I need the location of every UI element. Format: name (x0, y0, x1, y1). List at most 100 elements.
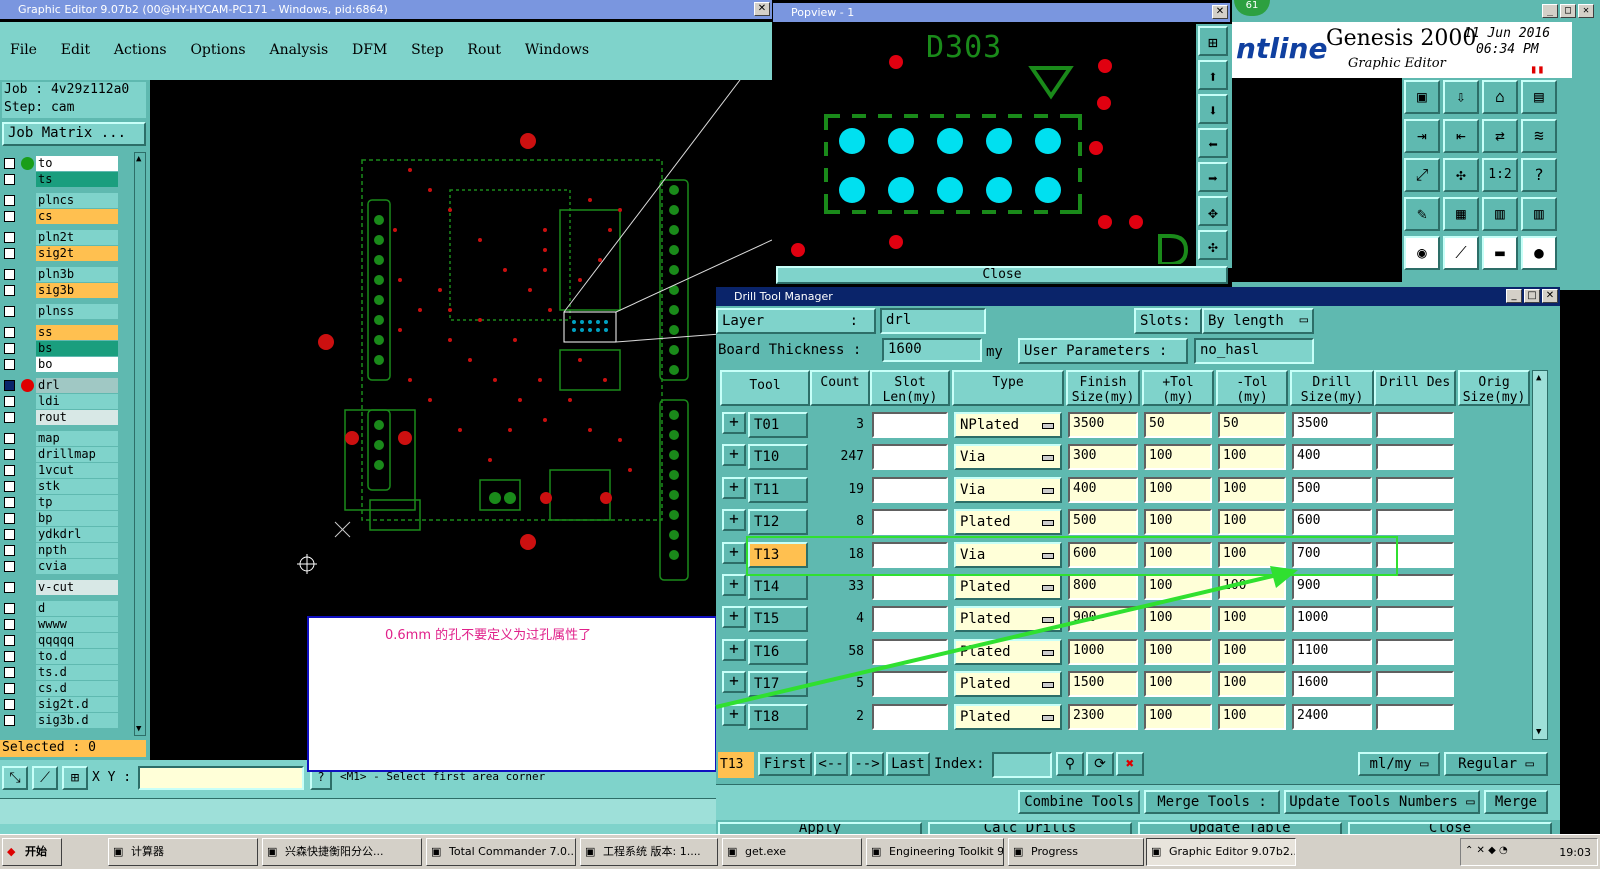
layer-row-cs[interactable]: cs (2, 209, 118, 224)
type-select[interactable]: Plated (954, 574, 1062, 600)
drill-minimize-button[interactable]: _ (1506, 289, 1522, 303)
expand-row-button[interactable]: + (722, 476, 746, 499)
tool-name-cell[interactable]: T12 (748, 509, 808, 536)
scale-icon[interactable]: 1:2 (1482, 158, 1518, 192)
edit-icon[interactable]: ✎ (1404, 197, 1440, 231)
tool-name-cell[interactable]: T17 (748, 671, 808, 698)
header-slot-len-my[interactable]: Slot Len(my) (870, 370, 950, 406)
header-tool[interactable]: Tool (720, 370, 810, 406)
unit-select[interactable]: ml/my ▭ (1358, 752, 1440, 776)
minus-tol-input[interactable]: 100 (1218, 703, 1286, 730)
layer-name[interactable]: cvia (36, 559, 118, 574)
expand-row-button[interactable]: + (722, 574, 746, 596)
type-select[interactable]: Plated (954, 671, 1062, 698)
popview-pan-up-icon[interactable]: ⬆ (1198, 60, 1228, 90)
layer-name[interactable]: pln2t (36, 230, 118, 245)
search-icon[interactable]: ⚲ (1056, 752, 1084, 776)
popview-pan-right-icon[interactable]: ➡ (1198, 162, 1228, 192)
taskbar-item[interactable]: ▣ Progress (1008, 838, 1144, 866)
layer-checkbox[interactable] (4, 158, 15, 169)
window-icon[interactable]: ▤ (1521, 80, 1557, 114)
type-select[interactable]: Plated (954, 638, 1062, 665)
taskbar-item[interactable]: ▣ get.exe (722, 838, 862, 866)
record-icon[interactable]: ● (1521, 236, 1557, 270)
layer-name[interactable]: 1vcut (36, 463, 118, 478)
minus-tol-input[interactable]: 100 (1218, 541, 1286, 568)
plus-tol-input[interactable]: 100 (1144, 606, 1212, 633)
finish-size-input[interactable]: 400 (1068, 476, 1138, 503)
layer-row-drillmap[interactable]: drillmap (2, 447, 118, 462)
layer-checkbox[interactable] (4, 327, 15, 338)
layer-row-to[interactable]: to (2, 156, 118, 171)
layer-checkbox[interactable] (4, 269, 15, 280)
zoom-tool-icon[interactable]: ⤡ (2, 766, 28, 790)
layer-row-ts[interactable]: ts (2, 172, 118, 187)
layer-checkbox[interactable] (4, 465, 15, 476)
layer-scrollbar[interactable]: ▲ ▼ (134, 152, 146, 736)
layer-checkbox[interactable] (4, 529, 15, 540)
layer-checkbox[interactable] (4, 380, 15, 391)
layer-row-ydkdrl[interactable]: ydkdrl (2, 527, 118, 542)
menu-analysis[interactable]: Analysis (269, 42, 328, 58)
type-select[interactable]: Plated (954, 703, 1062, 730)
drill-size-input[interactable]: 600 (1292, 509, 1372, 536)
layers-icon[interactable]: ▥ (1482, 197, 1518, 231)
layer-name[interactable]: v-cut (36, 580, 118, 595)
layer-name[interactable]: sig2t.d (36, 697, 118, 712)
layer-row-cvia[interactable]: cvia (2, 559, 118, 574)
layer-checkbox[interactable] (4, 715, 15, 726)
taskbar-item[interactable]: ▣ Total Commander 7.0... (426, 838, 576, 866)
layer-name[interactable]: to (36, 156, 118, 171)
layer-checkbox[interactable] (4, 232, 15, 243)
layer-name[interactable]: d (36, 601, 118, 616)
export-icon[interactable]: ⇤ (1443, 119, 1479, 153)
plus-tol-input[interactable]: 100 (1144, 541, 1212, 568)
popview-pan-down-icon[interactable]: ⬇ (1198, 94, 1228, 124)
layer-checkbox[interactable] (4, 635, 15, 646)
layer-row-qqqqq[interactable]: qqqqq (2, 633, 118, 648)
popview-canvas[interactable]: D303 (776, 24, 1196, 264)
minus-tol-input[interactable]: 100 (1218, 574, 1286, 600)
header--tol-my[interactable]: +Tol (my) (1142, 370, 1214, 406)
layers2-icon[interactable]: ▥ (1521, 197, 1557, 231)
plus-tol-input[interactable]: 100 (1144, 444, 1212, 471)
type-select[interactable]: Via (954, 541, 1062, 568)
layer-name[interactable]: stk (36, 479, 118, 494)
plus-tol-input[interactable]: 100 (1144, 671, 1212, 698)
slot-len-input[interactable] (872, 444, 948, 471)
header-count[interactable]: Count (810, 370, 870, 406)
drill-size-input[interactable]: 1600 (1292, 671, 1372, 698)
type-select[interactable]: Via (954, 444, 1062, 471)
plus-tol-input[interactable]: 100 (1144, 509, 1212, 536)
layer-row-pln2t[interactable]: pln2t (2, 230, 118, 245)
layer-checkbox[interactable] (4, 174, 15, 185)
layer-row-pln3b[interactable]: pln3b (2, 267, 118, 282)
job-matrix-button[interactable]: Job Matrix ... (2, 122, 146, 146)
layer-checkbox[interactable] (4, 582, 15, 593)
header-drill-des[interactable]: Drill Des (1374, 370, 1456, 406)
layer-checkbox[interactable] (4, 343, 15, 354)
layer-row-ts.d[interactable]: ts.d (2, 665, 118, 680)
menu-step[interactable]: Step (411, 42, 443, 58)
plus-tol-input[interactable]: 50 (1144, 412, 1212, 438)
drill-des-input[interactable] (1376, 509, 1454, 536)
layer-row-plncs[interactable]: plncs (2, 193, 118, 208)
layer-name[interactable]: bp (36, 511, 118, 526)
expand-row-button[interactable]: + (722, 444, 746, 467)
tool-name-cell[interactable]: T10 (748, 444, 808, 471)
layer-name[interactable]: sig3b.d (36, 713, 118, 728)
layer-row-map[interactable]: map (2, 431, 118, 446)
help-icon[interactable]: ? (1521, 158, 1557, 192)
tool-name-cell[interactable]: T14 (748, 574, 808, 600)
layer-name[interactable]: qqqqq (36, 633, 118, 648)
tool-name-cell[interactable]: T13 (748, 541, 808, 568)
drill-size-input[interactable]: 2400 (1292, 703, 1372, 730)
finish-size-input[interactable]: 300 (1068, 444, 1138, 471)
expand-row-button[interactable]: + (722, 541, 746, 564)
last-button[interactable]: Last (886, 752, 930, 776)
drill-size-input[interactable]: 700 (1292, 541, 1372, 568)
type-select[interactable]: Via (954, 476, 1062, 503)
layer-checkbox[interactable] (4, 683, 15, 694)
slot-len-input[interactable] (872, 412, 948, 438)
index-input[interactable] (992, 752, 1052, 778)
